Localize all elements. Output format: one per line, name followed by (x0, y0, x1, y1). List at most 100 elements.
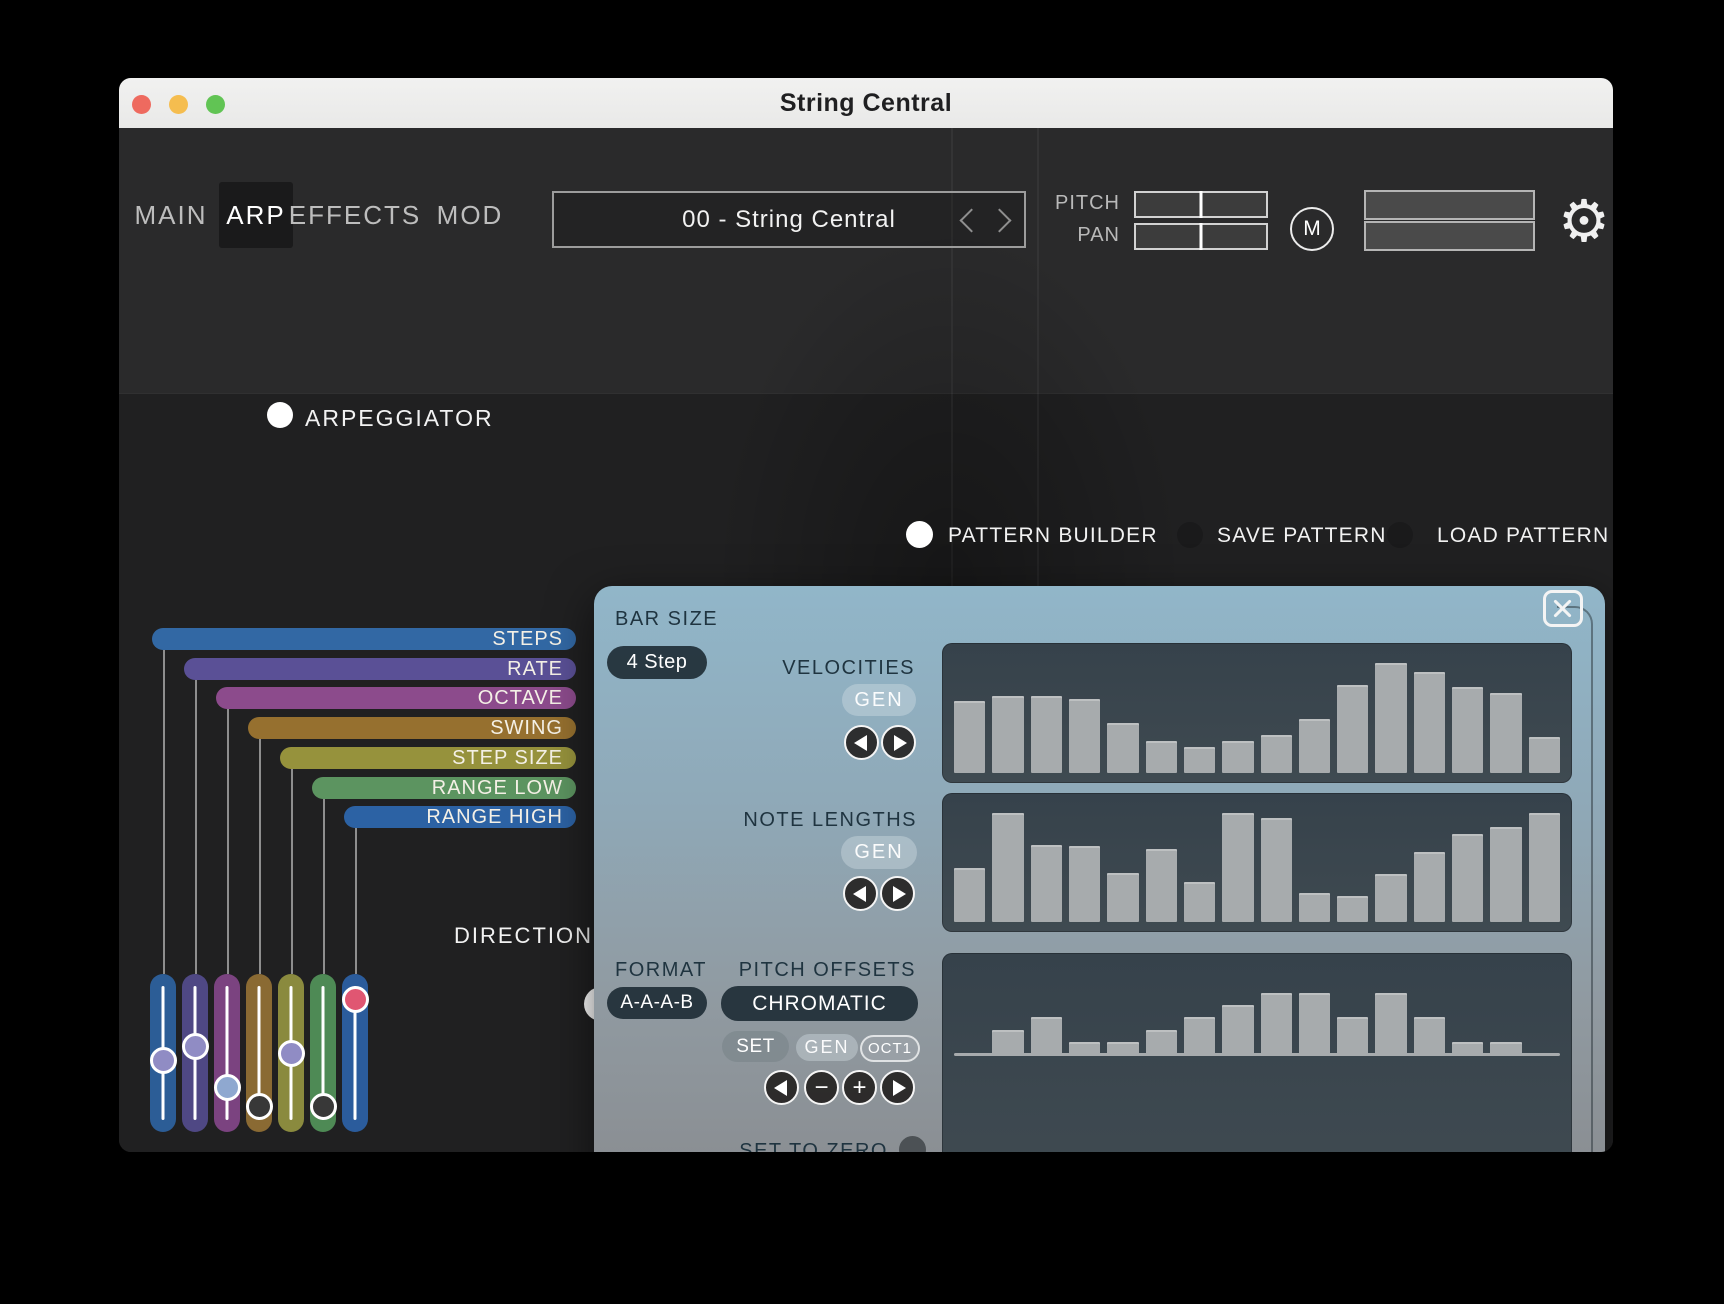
load-pattern-toggle[interactable] (1387, 522, 1413, 548)
tab-mod[interactable]: MOD (427, 182, 513, 248)
chart-bar[interactable] (1146, 1030, 1177, 1054)
chart-bar[interactable] (1261, 735, 1292, 773)
chart-bar[interactable] (1490, 827, 1521, 922)
chart-bar[interactable] (1261, 993, 1292, 1054)
chart-bar[interactable] (1452, 687, 1483, 773)
pan-slider[interactable] (1134, 223, 1268, 250)
chart-bar[interactable] (1069, 1042, 1100, 1054)
chart-bar[interactable] (1452, 1042, 1483, 1054)
arpeggiator-toggle[interactable] (267, 402, 293, 428)
save-pattern-label[interactable]: SAVE PATTERN (1217, 524, 1387, 548)
gear-icon[interactable]: ⚙ (1553, 186, 1613, 256)
param-bar-swing[interactable]: SWING (248, 717, 576, 739)
pitch-next-button[interactable] (880, 1070, 915, 1105)
set-to-zero-button[interactable] (899, 1136, 926, 1152)
pitch-set-button[interactable]: SET (722, 1031, 789, 1062)
chart-bar[interactable] (1414, 672, 1445, 773)
slider-handle-swing[interactable] (246, 1093, 273, 1120)
save-pattern-toggle[interactable] (1177, 522, 1203, 548)
chevron-right-icon[interactable] (987, 208, 1011, 232)
slider-handle-rate[interactable] (182, 1033, 209, 1060)
chart-bar[interactable] (1184, 747, 1215, 773)
velocities-next-button[interactable] (881, 725, 916, 760)
pitch-gen-button[interactable]: GEN (796, 1034, 858, 1061)
param-bar-step-size[interactable]: STEP SIZE (280, 747, 576, 769)
chart-bar[interactable] (1222, 813, 1253, 922)
param-bar-rate[interactable]: RATE (184, 658, 576, 680)
chart-bar[interactable] (1490, 693, 1521, 773)
chart-bar[interactable] (1107, 1042, 1138, 1054)
tab-effects[interactable]: EFFECTS (295, 182, 415, 248)
chart-bar[interactable] (1529, 737, 1560, 773)
zoom-traffic-light[interactable] (206, 95, 225, 114)
minimize-traffic-light[interactable] (169, 95, 188, 114)
chart-bar[interactable] (1031, 696, 1062, 773)
pattern-builder-toggle[interactable] (906, 521, 933, 548)
chart-bar[interactable] (1146, 849, 1177, 922)
chart-bar[interactable] (1375, 993, 1406, 1054)
chart-bar[interactable] (1069, 699, 1100, 773)
chart-bar[interactable] (1299, 993, 1330, 1054)
chart-bar[interactable] (1414, 1017, 1445, 1054)
slider-handle-steps[interactable] (150, 1047, 177, 1074)
preset-selector[interactable]: 00 - String Central (552, 191, 1026, 248)
bar-size-button[interactable]: 4 Step (607, 646, 707, 679)
chart-bar[interactable] (1184, 882, 1215, 922)
pitch-prev-button[interactable] (764, 1070, 799, 1105)
chart-bar[interactable] (1146, 741, 1177, 773)
pitch-offsets-chart[interactable] (942, 953, 1572, 1152)
chart-bar[interactable] (1299, 893, 1330, 922)
velocities-chart[interactable] (942, 643, 1572, 783)
chart-bar[interactable] (954, 868, 985, 922)
velocities-bars[interactable] (954, 653, 1560, 773)
chart-bar[interactable] (1375, 663, 1406, 773)
pan-slider-handle[interactable] (1200, 223, 1203, 250)
chart-bar[interactable] (1337, 896, 1368, 922)
chart-bar[interactable] (1375, 874, 1406, 922)
chart-bar[interactable] (1529, 813, 1560, 922)
chevron-left-icon[interactable] (959, 208, 983, 232)
slider-handle-range-high[interactable] (342, 986, 369, 1013)
pitch-plus-button[interactable]: + (842, 1070, 877, 1105)
chart-bar[interactable] (1222, 1005, 1253, 1054)
close-icon[interactable] (1543, 590, 1583, 627)
chart-bar[interactable] (1184, 1017, 1215, 1054)
chart-bar[interactable] (992, 813, 1023, 922)
chart-bar[interactable] (992, 696, 1023, 773)
pitch-oct-button[interactable]: OCT1 (860, 1035, 920, 1062)
note-lengths-gen-button[interactable]: GEN (841, 836, 917, 869)
param-bar-range-low[interactable]: RANGE LOW (312, 777, 576, 799)
note-lengths-prev-button[interactable] (843, 876, 878, 911)
slider-handle-step-size[interactable] (278, 1040, 305, 1067)
note-lengths-chart[interactable] (942, 793, 1572, 932)
chart-bar[interactable] (954, 701, 985, 773)
pitch-minus-button[interactable]: − (804, 1070, 839, 1105)
chart-bar[interactable] (1490, 1042, 1521, 1054)
note-lengths-next-button[interactable] (880, 876, 915, 911)
chart-bar[interactable] (1261, 818, 1292, 922)
load-pattern-label[interactable]: LOAD PATTERN (1437, 524, 1609, 548)
velocities-prev-button[interactable] (844, 725, 879, 760)
chart-bar[interactable] (1452, 834, 1483, 922)
pitch-slider[interactable] (1134, 191, 1268, 218)
chart-bar[interactable] (1414, 852, 1445, 922)
chart-bar[interactable] (1031, 1017, 1062, 1054)
pitch-slider-handle[interactable] (1200, 191, 1203, 218)
param-bar-octave[interactable]: OCTAVE (216, 687, 576, 709)
slider-handle-octave[interactable] (214, 1074, 241, 1101)
chart-bar[interactable] (1337, 1017, 1368, 1054)
format-button[interactable]: A-A-A-B (607, 987, 707, 1019)
note-lengths-bars[interactable] (954, 803, 1560, 922)
chart-bar[interactable] (1031, 845, 1062, 922)
param-bar-steps[interactable]: STEPS (152, 628, 576, 650)
chart-bar[interactable] (1299, 719, 1330, 773)
velocities-gen-button[interactable]: GEN (842, 684, 916, 716)
pitch-offsets-bars[interactable] (954, 953, 1560, 1054)
pitch-mode-button[interactable]: CHROMATIC (721, 986, 918, 1021)
mute-button[interactable]: M (1290, 207, 1334, 251)
slider-handle-range-low[interactable] (310, 1093, 337, 1120)
chart-bar[interactable] (1337, 685, 1368, 773)
chart-bar[interactable] (1107, 723, 1138, 773)
tab-arp[interactable]: ARP (219, 182, 293, 248)
chart-bar[interactable] (992, 1030, 1023, 1054)
